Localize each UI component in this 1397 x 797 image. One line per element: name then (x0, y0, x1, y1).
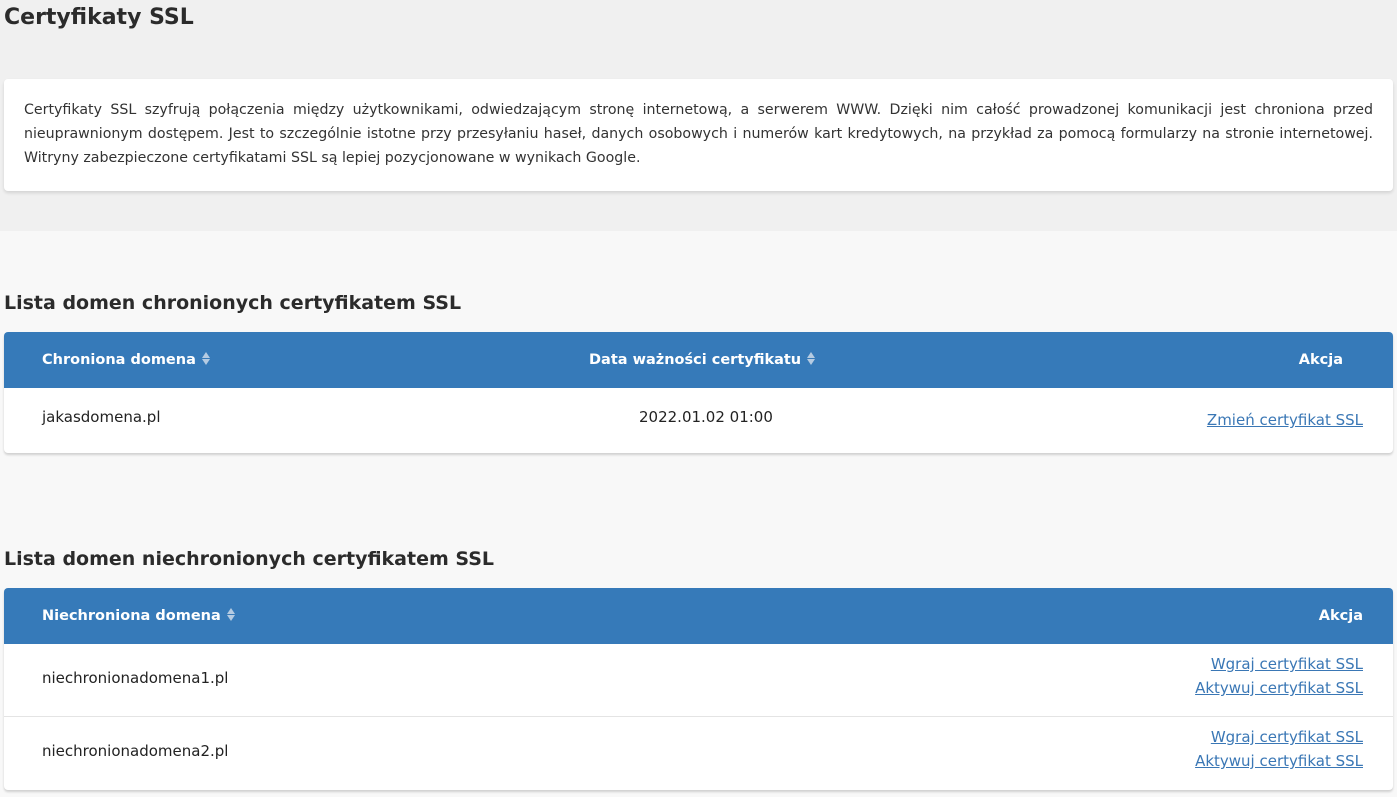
protected-section-title: Lista domen chronionych certyfikatem SSL (4, 292, 462, 314)
upload-certificate-link[interactable]: Wgraj certyfikat SSL (1195, 652, 1363, 676)
column-label: Niechroniona domena (42, 608, 221, 624)
domain-name: niechronionadomena2.pl (42, 742, 229, 760)
page-title: Certyfikaty SSL (4, 5, 194, 30)
column-action: Akcja (1318, 608, 1363, 624)
table-row: jakasdomena.pl 2022.01.02 01:00 Zmień ce… (4, 388, 1393, 453)
column-label: Data ważności certyfikatu (589, 352, 802, 368)
expiry-date: 2022.01.02 01:00 (639, 408, 773, 426)
domain-name: jakasdomena.pl (42, 408, 161, 426)
activate-certificate-link[interactable]: Aktywuj certyfikat SSL (1195, 676, 1363, 700)
protected-table-header: Chroniona domena Data ważności certyfika… (4, 332, 1393, 388)
column-unprotected-domain[interactable]: Niechroniona domena (42, 588, 235, 644)
activate-certificate-link[interactable]: Aktywuj certyfikat SSL (1195, 749, 1363, 773)
sort-icon[interactable] (226, 606, 235, 622)
unprotected-domains-table: Niechroniona domena Akcja niechronionado… (4, 588, 1393, 790)
sort-icon[interactable] (807, 350, 816, 366)
column-action: Akcja (1298, 352, 1343, 368)
upload-certificate-link[interactable]: Wgraj certyfikat SSL (1195, 725, 1363, 749)
column-protected-domain[interactable]: Chroniona domena (42, 332, 210, 388)
domain-name: niechronionadomena1.pl (42, 669, 229, 687)
page-header-area: Certyfikaty SSL Certyfikaty SSL szyfrują… (0, 0, 1397, 231)
unprotected-table-header: Niechroniona domena Akcja (4, 588, 1393, 644)
change-certificate-link[interactable]: Zmień certyfikat SSL (1207, 408, 1363, 432)
table-row: niechronionadomena2.pl Wgraj certyfikat … (4, 717, 1393, 790)
table-row: niechronionadomena1.pl Wgraj certyfikat … (4, 644, 1393, 717)
column-label: Chroniona domena (42, 352, 196, 368)
protected-domains-table: Chroniona domena Data ważności certyfika… (4, 332, 1393, 453)
sort-icon[interactable] (201, 350, 210, 366)
unprotected-section-title: Lista domen niechronionych certyfikatem … (4, 548, 495, 570)
intro-box: Certyfikaty SSL szyfrują połączenia międ… (4, 79, 1393, 191)
column-expiry-date[interactable]: Data ważności certyfikatu (589, 332, 816, 388)
